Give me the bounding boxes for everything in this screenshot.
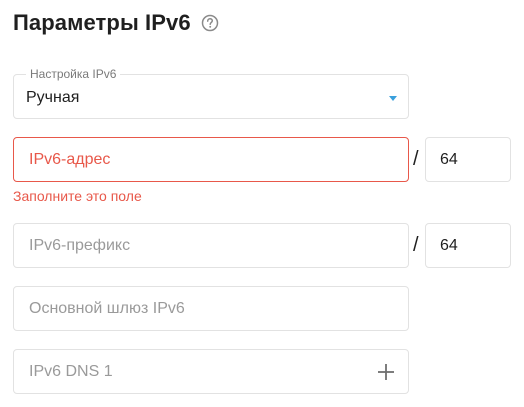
ipv6-mode-value: Ручная [26, 89, 80, 106]
ipv6-address-input[interactable]: IPv6-адрес [13, 137, 409, 182]
question-circle-icon[interactable] [201, 14, 219, 32]
ipv6-address-prefix-length-value: 64 [440, 150, 458, 168]
ipv6-address-placeholder: IPv6-адрес [29, 150, 111, 168]
ipv6-prefix-placeholder: IPv6-префикс [29, 236, 131, 254]
ipv6-gateway-input[interactable]: Основной шлюз IPv6 [13, 286, 409, 331]
ipv6-mode-select[interactable]: Настройка IPv6 Ручная [13, 67, 409, 119]
ipv6-address-prefix-length-input[interactable]: 64 [425, 137, 511, 182]
ipv6-prefix-length-input[interactable]: 64 [425, 223, 511, 268]
prefix-length-separator: / [413, 234, 419, 256]
ipv6-prefix-input[interactable]: IPv6-префикс [13, 223, 409, 268]
chevron-down-icon[interactable] [389, 96, 397, 101]
address-prefix-separator: / [413, 148, 419, 170]
page-title: Параметры IPv6 [13, 10, 191, 35]
ipv6-prefix-length-value: 64 [440, 236, 458, 254]
ipv6-mode-label: Настройка IPv6 [26, 67, 121, 81]
section-header: Параметры IPv6 [13, 8, 219, 38]
plus-icon[interactable] [376, 362, 396, 382]
ipv6-dns1-input[interactable]: IPv6 DNS 1 [13, 349, 409, 394]
ipv6-address-error-message: Заполните это поле [13, 188, 142, 204]
ipv6-gateway-placeholder: Основной шлюз IPv6 [29, 299, 185, 317]
ipv6-dns1-placeholder: IPv6 DNS 1 [29, 362, 113, 380]
